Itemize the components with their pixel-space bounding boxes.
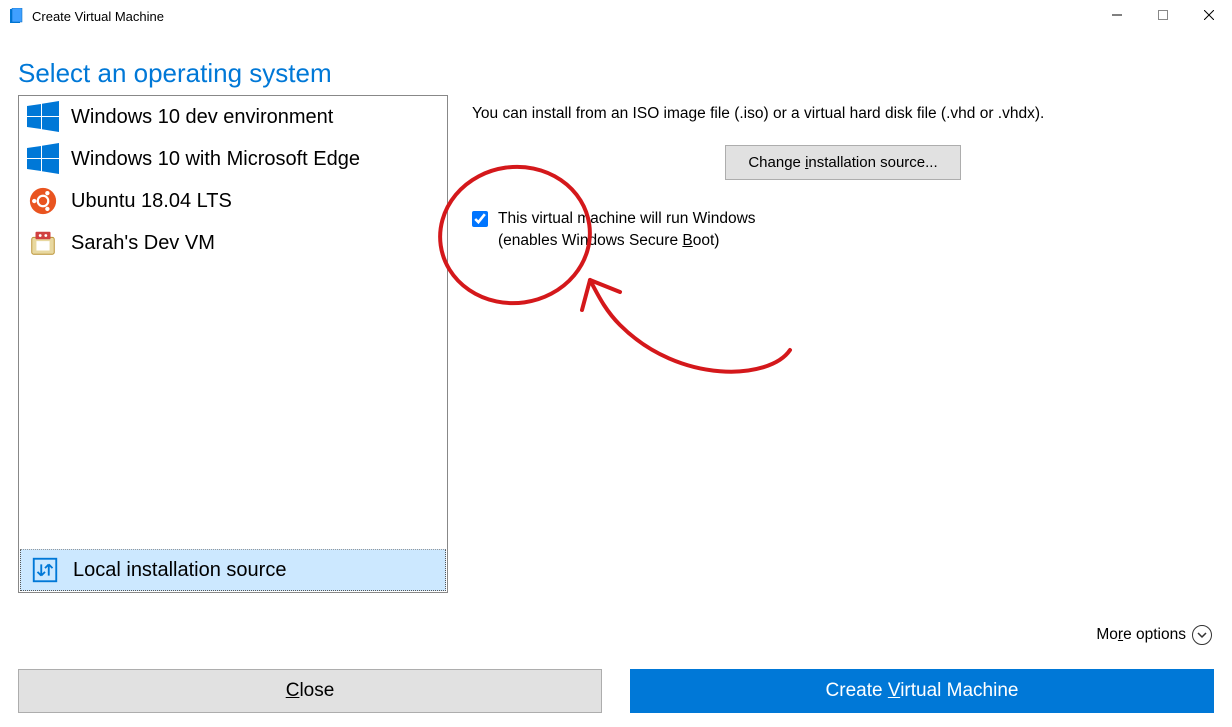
local-source-icon	[27, 552, 63, 588]
local-item-label: Local installation source	[73, 559, 286, 582]
install-description: You can install from an ISO image file (…	[472, 105, 1214, 123]
os-item-ubuntu[interactable]: Ubuntu 18.04 LTS	[19, 180, 447, 222]
main-content: Select an operating system Windows 10 de…	[18, 50, 1214, 647]
footer-buttons: Close Create Virtual Machine	[18, 669, 1214, 713]
os-item-custom-vm[interactable]: Sarah's Dev VM	[19, 222, 447, 264]
os-item-label: Windows 10 with Microsoft Edge	[71, 148, 360, 171]
os-item-label: Ubuntu 18.04 LTS	[71, 190, 232, 213]
vm-icon	[25, 225, 61, 261]
close-button[interactable]: Close	[18, 669, 602, 713]
secure-boot-line1: This virtual machine will run Windows	[498, 208, 756, 230]
right-panel: You can install from an ISO image file (…	[472, 95, 1214, 593]
secure-boot-row: This virtual machine will run Windows (e…	[472, 208, 1214, 253]
windows-logo-icon	[25, 99, 61, 135]
minimize-button[interactable]	[1094, 0, 1140, 30]
more-options-link[interactable]: More options	[1096, 625, 1212, 645]
local-installation-source-item[interactable]: Local installation source	[20, 549, 446, 591]
os-list: Windows 10 dev environment Windows 10 wi…	[19, 96, 447, 548]
page-heading: Select an operating system	[18, 58, 1214, 89]
secure-boot-checkbox[interactable]	[472, 211, 488, 227]
secure-boot-line2: (enables Windows Secure Boot)	[498, 230, 756, 252]
window-controls	[1094, 0, 1232, 32]
chevron-down-icon	[1192, 625, 1212, 645]
os-list-panel: Windows 10 dev environment Windows 10 wi…	[18, 95, 448, 593]
windows-logo-icon	[25, 141, 61, 177]
maximize-button[interactable]	[1140, 0, 1186, 30]
window-title: Create Virtual Machine	[32, 9, 1094, 24]
app-icon	[8, 8, 24, 24]
close-window-button[interactable]	[1186, 0, 1232, 30]
os-item-label: Windows 10 dev environment	[71, 106, 333, 129]
secure-boot-label[interactable]: This virtual machine will run Windows (e…	[498, 208, 756, 253]
ubuntu-logo-icon	[25, 183, 61, 219]
change-installation-source-button[interactable]: Change installation source...	[725, 145, 960, 180]
os-item-label: Sarah's Dev VM	[71, 232, 215, 255]
title-bar: Create Virtual Machine	[0, 0, 1232, 32]
columns: Windows 10 dev environment Windows 10 wi…	[18, 95, 1214, 593]
os-item-windows-edge[interactable]: Windows 10 with Microsoft Edge	[19, 138, 447, 180]
os-item-windows-dev[interactable]: Windows 10 dev environment	[19, 96, 447, 138]
create-vm-button[interactable]: Create Virtual Machine	[630, 669, 1214, 713]
